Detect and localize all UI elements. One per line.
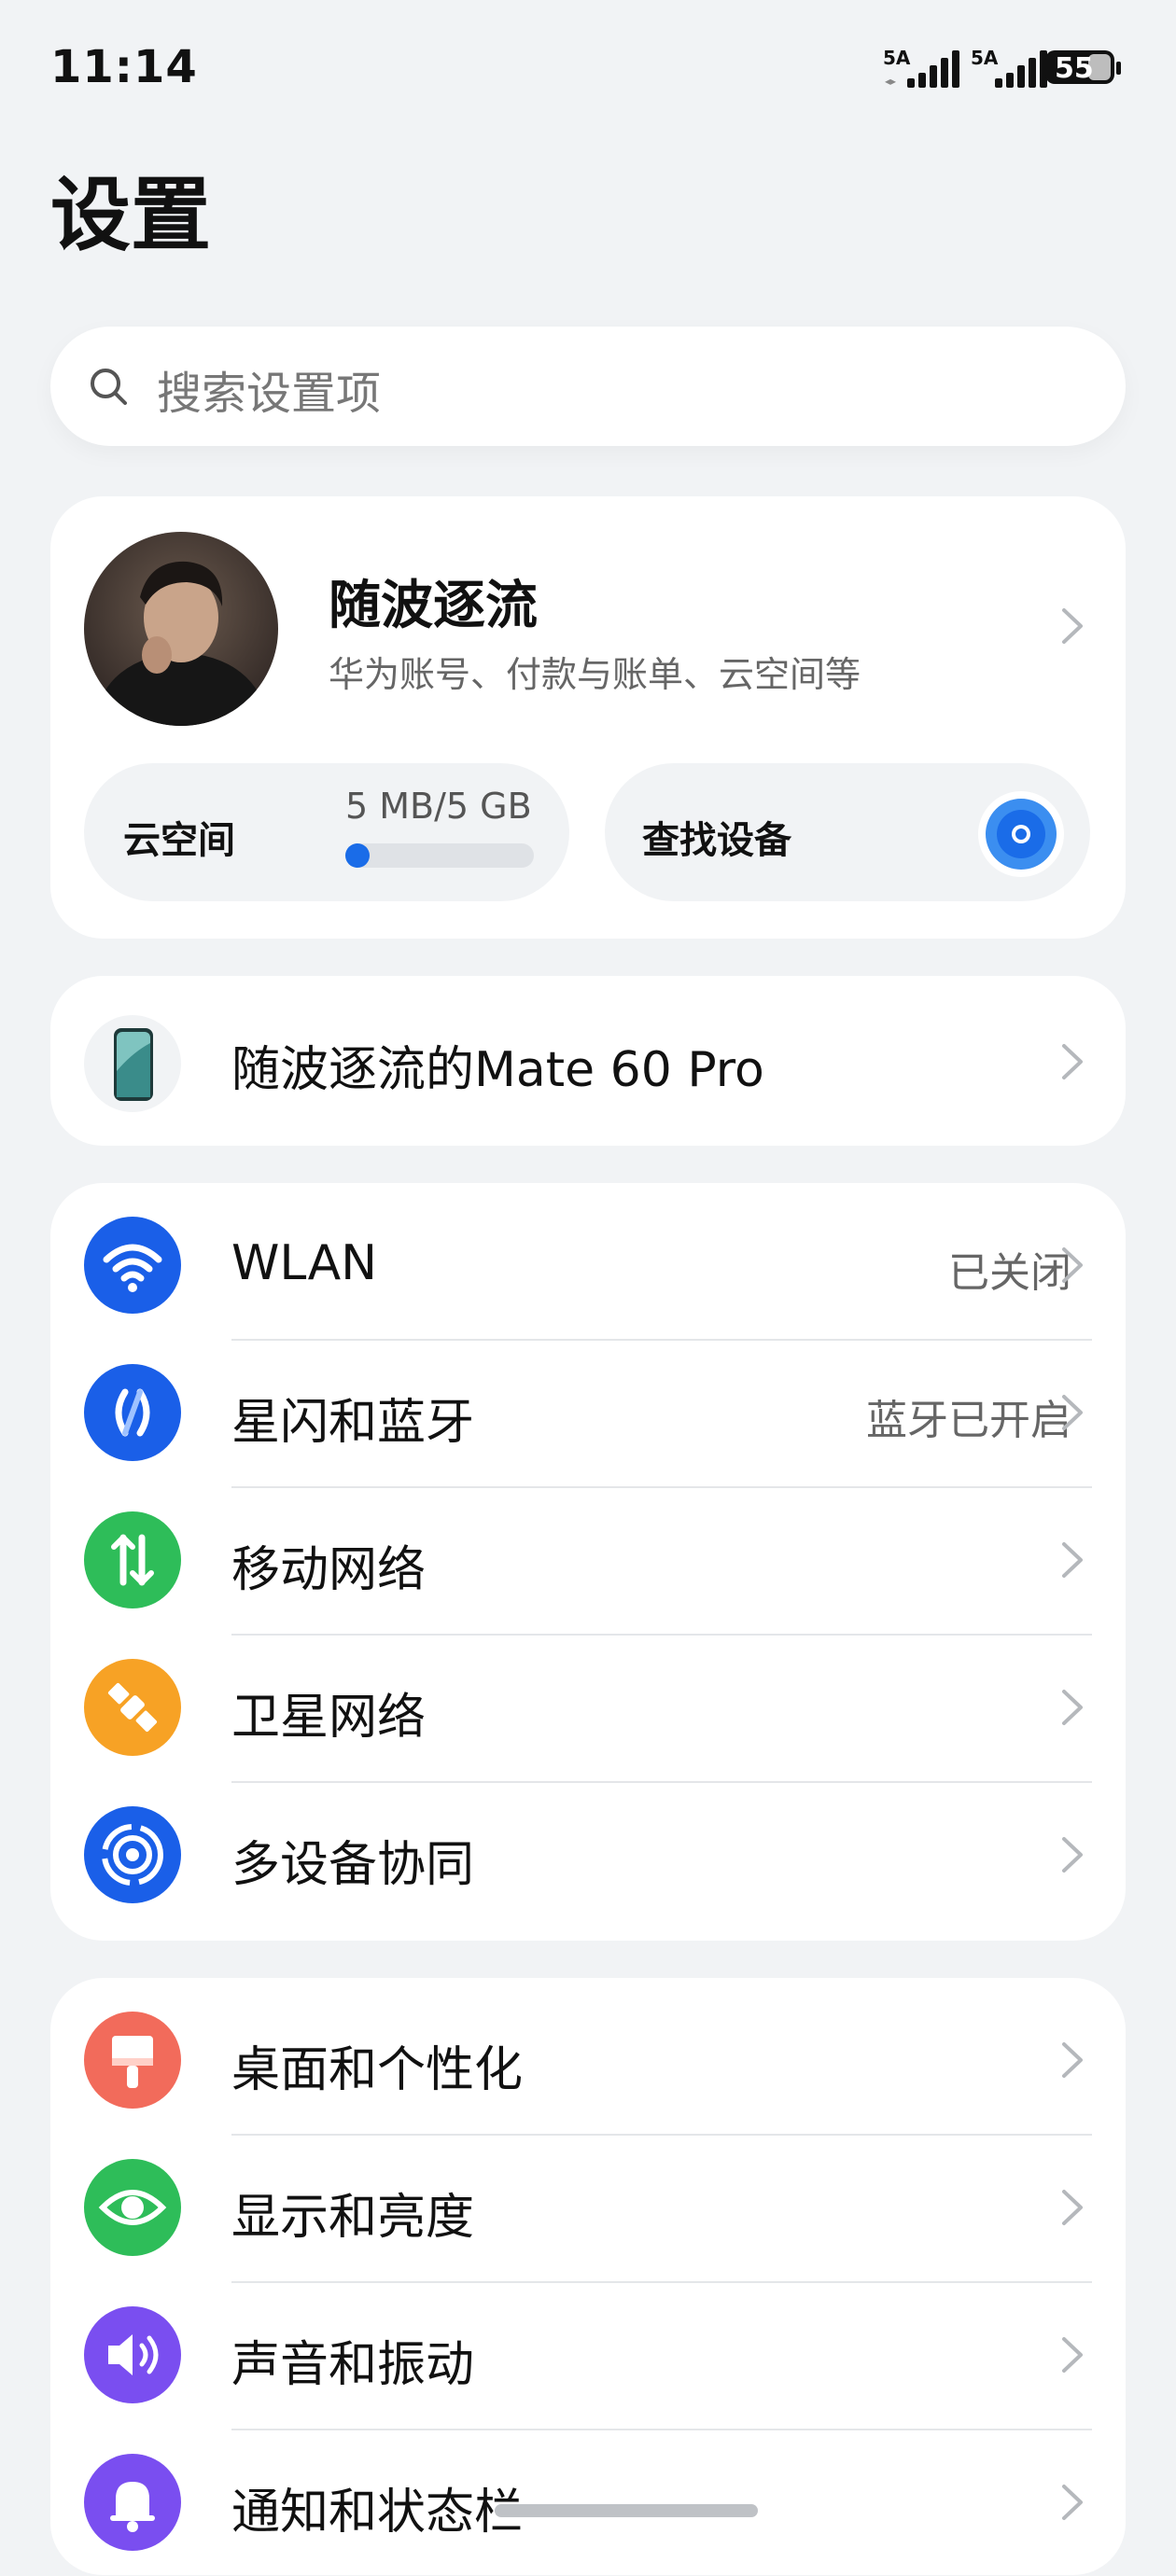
mobile-data-icon [84,1511,181,1608]
settings-row-label: 移动网络 [231,1542,427,1598]
satellite-icon [84,1659,181,1756]
settings-row-satellite[interactable] [50,1634,1126,1781]
avatar[interactable] [84,532,278,726]
bell-icon [84,2454,181,2551]
account-name[interactable]: 随波逐流 [329,564,538,639]
settings-row-label: 桌面和个性化 [231,2042,524,2098]
chevron-right-icon [1062,2485,1083,2520]
chevron-right-icon [1062,2190,1083,2225]
battery-icon: 55 [1045,50,1114,85]
settings-row-speaker[interactable] [50,2281,1126,2429]
settings-row-label: 多设备协同 [231,1837,475,1893]
cloud-storage-progress-track [345,843,534,868]
settings-row-label: WLAN [231,1235,378,1291]
signal-bars-icon: 5A ◂▸ [883,47,959,90]
settings-row-label: 卫星网络 [231,1690,427,1746]
cloud-storage-usage: 5 MB/5 GB [345,786,532,827]
cloud-storage-progress-fill [345,843,370,868]
search-input[interactable]: 搜索设置项 [157,356,381,422]
chevron-right-icon [1062,2337,1083,2373]
bluetooth-icon [84,1364,181,1461]
radar-icon [978,791,1064,877]
settings-row-eye[interactable] [50,2134,1126,2281]
sim1-network-label: 5A [883,47,911,69]
settings-row-label: 声音和振动 [231,2337,475,2393]
account-subtitle: 华为账号、付款与账单、云空间等 [329,654,861,695]
settings-row-value: 蓝牙已开启 [866,1397,1071,1444]
multi-device-icon [84,1806,181,1903]
sim2-network-label: 5A [971,47,999,69]
settings-row-value: 已关闭 [948,1249,1071,1297]
chevron-right-icon [1062,1044,1083,1079]
speaker-icon [84,2306,181,2403]
battery-level: 55 [1055,52,1094,85]
settings-row-paint-brush[interactable] [50,1986,1126,2134]
chevron-right-icon [1062,1837,1083,1873]
chevron-right-icon [1062,1542,1083,1578]
settings-row-bell[interactable] [50,2429,1126,2576]
chevron-right-icon [1062,1690,1083,1725]
signal-bars-icon-2: 5A [971,47,1047,90]
chevron-right-icon [1062,2042,1083,2078]
chevron-right-icon[interactable] [1058,605,1086,647]
status-time: 11:14 [50,41,198,93]
search-icon [91,369,127,405]
device-name: 随波逐流的Mate 60 Pro [231,1042,764,1098]
paint-brush-icon [84,2012,181,2109]
find-device-label: 查找设备 [642,819,791,862]
phone-icon [84,1015,181,1112]
settings-row-mobile-data[interactable] [50,1486,1126,1634]
chevron-right-icon [1062,1395,1083,1430]
wifi-icon [84,1217,181,1314]
settings-row-label: 星闪和蓝牙 [231,1395,475,1451]
eye-icon [84,2159,181,2256]
home-indicator[interactable] [495,2504,758,2517]
settings-row-label: 通知和状态栏 [231,2485,524,2541]
cloud-storage-label: 云空间 [123,819,235,862]
chevron-right-icon [1062,1247,1083,1283]
settings-row-label: 显示和亮度 [231,2190,475,2246]
page-title: 设置 [50,169,211,262]
settings-row-multi-device[interactable] [50,1781,1126,1929]
